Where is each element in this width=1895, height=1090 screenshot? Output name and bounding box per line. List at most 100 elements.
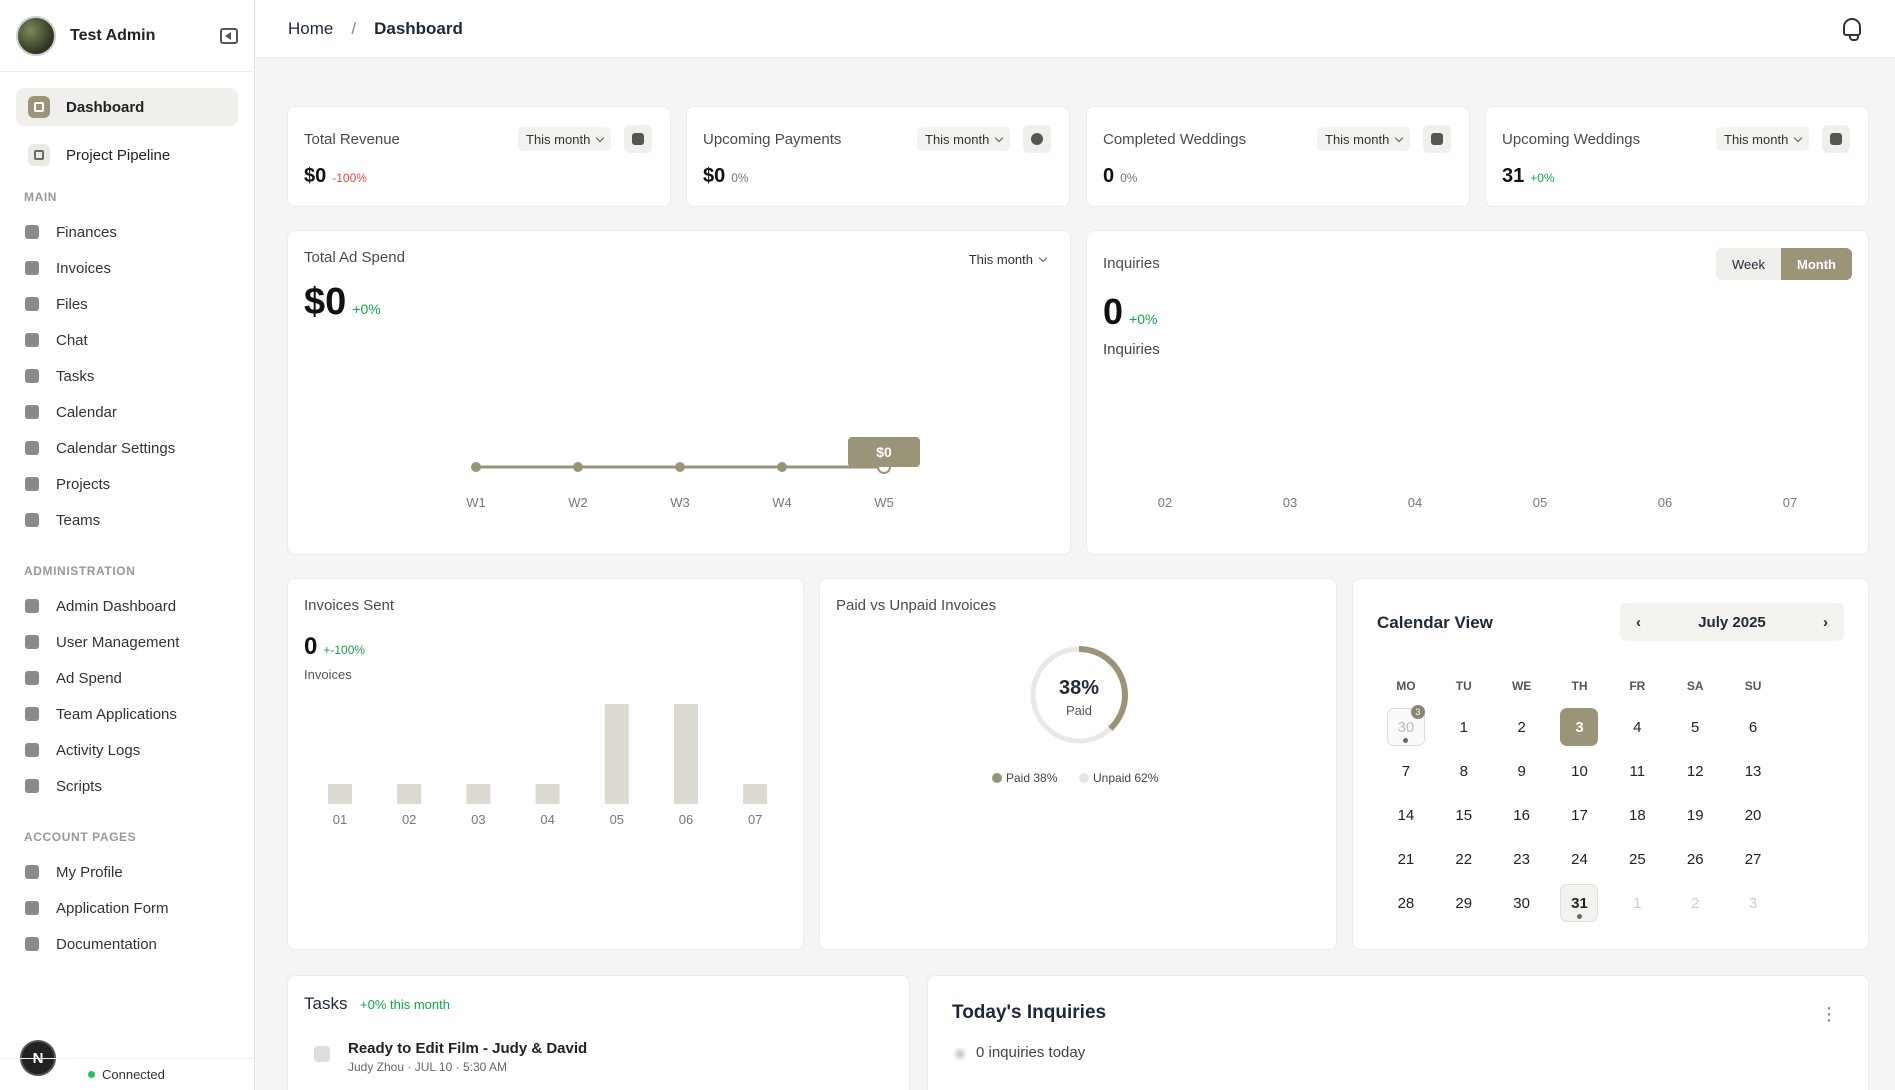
- nav-user-management[interactable]: User Management: [0, 624, 254, 660]
- nav-application-form[interactable]: Application Form: [0, 890, 254, 926]
- collapse-sidebar-icon[interactable]: [220, 27, 238, 44]
- calendar-day[interactable]: 28: [1377, 881, 1435, 925]
- nav-label: My Profile: [56, 863, 123, 881]
- dollar-icon[interactable]: [1023, 125, 1051, 153]
- legend-dot: [992, 773, 1002, 783]
- nav-ad-spend[interactable]: Ad Spend: [0, 660, 254, 696]
- calendar-day[interactable]: 23: [1493, 837, 1551, 881]
- calendar-day[interactable]: 9: [1493, 749, 1551, 793]
- period-select[interactable]: This month: [518, 127, 612, 151]
- stat-change: -100%: [332, 171, 367, 185]
- calendar-day[interactable]: 29: [1435, 881, 1493, 925]
- calendar-day[interactable]: 7: [1377, 749, 1435, 793]
- calendar-day[interactable]: 5: [1666, 705, 1724, 749]
- calendar-day[interactable]: 20: [1724, 793, 1782, 837]
- nav-label: Ad Spend: [56, 669, 122, 687]
- calendar-day[interactable]: 31: [1551, 881, 1609, 925]
- calendar-day[interactable]: 26: [1666, 837, 1724, 881]
- nav-label: Invoices: [56, 259, 112, 277]
- x-tick-label: W5: [874, 495, 894, 510]
- calendar-day[interactable]: 8: [1435, 749, 1493, 793]
- next-month-button[interactable]: ›: [1823, 614, 1828, 631]
- calendar-grid: MO TU WE TH FR SA SU 30 3 1 2 3 4 5 6 7 8 9 10 11 12 13 14 15 16…: [1377, 679, 1782, 925]
- period-select[interactable]: This month: [1716, 127, 1810, 151]
- wallet-icon[interactable]: [624, 125, 652, 153]
- nav-projects[interactable]: Projects: [0, 466, 254, 502]
- nav-dashboard[interactable]: Dashboard: [16, 88, 238, 126]
- calendar-day[interactable]: 22: [1435, 837, 1493, 881]
- calendar-day[interactable]: 14: [1377, 793, 1435, 837]
- calendar-day[interactable]: 10: [1551, 749, 1609, 793]
- bell-icon[interactable]: [1843, 18, 1861, 41]
- month-label: July 2025: [1698, 613, 1766, 631]
- nav-team-applications[interactable]: Team Applications: [0, 696, 254, 732]
- nav-admin-dashboard[interactable]: Admin Dashboard: [0, 588, 254, 624]
- people-icon[interactable]: [1423, 125, 1451, 153]
- period-select[interactable]: This month: [1317, 127, 1411, 151]
- nav-teams[interactable]: Teams: [0, 502, 254, 538]
- calendar-day[interactable]: 6: [1724, 705, 1782, 749]
- calendar-day[interactable]: 24: [1551, 837, 1609, 881]
- day-number: 24: [1571, 850, 1588, 868]
- day-number: 4: [1633, 718, 1642, 736]
- nav-label: User Management: [56, 633, 180, 651]
- calendar-icon[interactable]: [1822, 125, 1850, 153]
- x-tick-label: 01: [333, 812, 347, 827]
- stat-title: Upcoming Weddings: [1502, 131, 1641, 148]
- inquiries-card: Inquiries Week Month 0 +0% Inquiries 02 03…: [1086, 230, 1869, 555]
- day-number: 21: [1397, 850, 1415, 868]
- calendar-card: Calendar View ‹ July 2025 › MO TU WE TH FR SA…: [1352, 578, 1869, 950]
- calendar-day[interactable]: 4: [1608, 705, 1666, 749]
- nav-project-pipeline[interactable]: Project Pipeline: [16, 136, 238, 174]
- calendar-day[interactable]: 19: [1666, 793, 1724, 837]
- day-number: 3: [1748, 894, 1758, 912]
- calendar-day[interactable]: 30 3: [1377, 705, 1435, 749]
- day-number: 25: [1629, 850, 1646, 868]
- nav-my-profile[interactable]: My Profile: [0, 854, 254, 890]
- data-point: [573, 462, 583, 472]
- more-icon[interactable]: ⋮: [1820, 1004, 1838, 1025]
- x-tick-label: 03: [471, 812, 485, 827]
- day-number: 13: [1744, 762, 1762, 780]
- calendar-day[interactable]: 2: [1493, 705, 1551, 749]
- breadcrumb-home[interactable]: Home: [288, 19, 333, 39]
- day-number: 20: [1744, 806, 1762, 824]
- day-number: 19: [1686, 806, 1704, 824]
- task-title[interactable]: Ready to Edit Film - Judy & David: [348, 1040, 587, 1057]
- nav-activity-logs[interactable]: Activity Logs: [0, 732, 254, 768]
- nav-scripts[interactable]: Scripts: [0, 768, 254, 804]
- paid-unpaid-card: Paid vs Unpaid Invoices 38% Paid Paid 38…: [819, 578, 1337, 950]
- calendar-day[interactable]: 25: [1608, 837, 1666, 881]
- calendar-day[interactable]: 15: [1435, 793, 1493, 837]
- nav-calendar[interactable]: Calendar: [0, 394, 254, 430]
- calendar-day[interactable]: 18: [1608, 793, 1666, 837]
- avatar[interactable]: [16, 15, 56, 56]
- calendar-day[interactable]: 12: [1666, 749, 1724, 793]
- nav-tasks[interactable]: Tasks: [0, 358, 254, 394]
- nav-calendar-settings[interactable]: Calendar Settings: [0, 430, 254, 466]
- calendar-day[interactable]: 27: [1724, 837, 1782, 881]
- calendar-day[interactable]: 30: [1493, 881, 1551, 925]
- data-point: [471, 462, 481, 472]
- x-tick-label: W2: [568, 495, 588, 510]
- calendar-day[interactable]: 3: [1551, 705, 1609, 749]
- calendar-day[interactable]: 11: [1608, 749, 1666, 793]
- calendar-day[interactable]: 1: [1435, 705, 1493, 749]
- calendar-day[interactable]: 16: [1493, 793, 1551, 837]
- prev-month-button[interactable]: ‹: [1636, 614, 1641, 631]
- ad-spend-icon: [24, 670, 40, 686]
- nav-finances[interactable]: Finances: [0, 214, 254, 250]
- weekday-label: MO: [1396, 679, 1416, 693]
- x-tick-label: W1: [466, 495, 486, 510]
- nav-invoices[interactable]: Invoices: [0, 250, 254, 286]
- calendar-day[interactable]: 17: [1551, 793, 1609, 837]
- nav-chat[interactable]: Chat: [0, 322, 254, 358]
- calendar-day[interactable]: 13: [1724, 749, 1782, 793]
- x-tick-label: 02: [402, 812, 416, 827]
- calendar-day[interactable]: 21: [1377, 837, 1435, 881]
- period-select[interactable]: This month: [917, 127, 1011, 151]
- nav-documentation[interactable]: Documentation: [0, 926, 254, 962]
- nav-files[interactable]: Files: [0, 286, 254, 322]
- day-number: 22: [1455, 850, 1473, 868]
- nav-label: Calendar Settings: [56, 439, 176, 457]
